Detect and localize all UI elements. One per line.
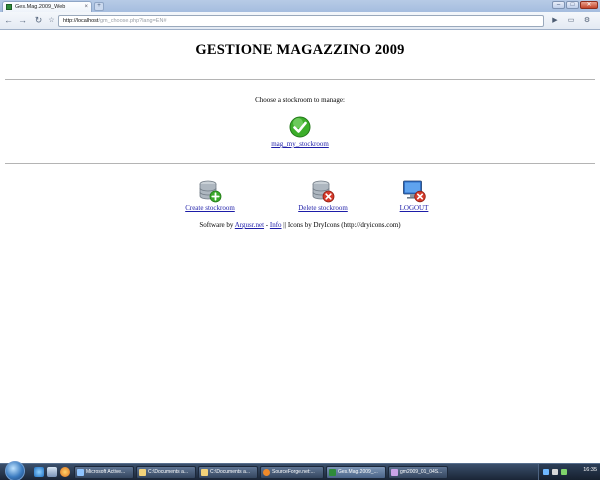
tools-menu-icon[interactable]: ⚙ [581, 15, 593, 26]
taskbar-item-label: C:\Documents a... [148, 469, 189, 475]
logout-label[interactable]: LOGOUT [396, 204, 432, 212]
chrome-icon [329, 469, 336, 476]
url-path: /gm_choose.php?lang=EN# [98, 18, 167, 24]
logout-button[interactable]: LOGOUT [396, 179, 432, 212]
check-icon[interactable] [289, 116, 311, 138]
firefox-icon [263, 469, 270, 476]
bookmark-star-icon[interactable]: ☆ [46, 15, 57, 26]
taskbar-item-active[interactable]: Ges.Mag.2009_... [326, 466, 386, 479]
volume-icon[interactable] [552, 469, 558, 475]
close-window-button[interactable]: ✕ [580, 1, 598, 9]
new-tab-button[interactable]: + [94, 2, 104, 11]
tray-app-icon[interactable] [561, 469, 567, 475]
minimize-button[interactable]: – [552, 1, 565, 9]
delete-stockroom-button[interactable]: Delete stockroom [294, 179, 352, 212]
tab-close-icon[interactable]: × [84, 2, 88, 12]
taskbar-item[interactable]: C:\Documents a... [198, 466, 258, 479]
browser-tabstrip: Ges.Mag.2009_Web × + – □ ✕ [0, 0, 600, 12]
tab-title: Ges.Mag.2009_Web [15, 4, 66, 10]
taskbar-item[interactable]: C:\Documents a... [136, 466, 196, 479]
address-bar[interactable]: http://localhost/gm_choose.php?lang=EN# [58, 15, 544, 27]
footer: Software by Argusr.net - Info || Icons b… [0, 221, 600, 229]
url-host: http://localhost [63, 18, 99, 24]
taskbar-item-label: C:\Documents a... [210, 469, 251, 475]
system-tray: 16:35 [538, 464, 600, 480]
delete-stockroom-label[interactable]: Delete stockroom [294, 204, 352, 212]
browser-tab[interactable]: Ges.Mag.2009_Web × [2, 1, 92, 12]
database-add-icon [199, 180, 222, 203]
choose-prompt: Choose a stockroom to manage: [255, 96, 345, 104]
taskbar-item[interactable]: SourceForge.net:... [260, 466, 324, 479]
page-menu-icon[interactable]: ▭ [565, 15, 577, 26]
folder-icon [201, 469, 208, 476]
footer-software-by: Software by [199, 221, 234, 229]
taskbar-item-label: Microsoft Active... [86, 469, 126, 475]
forward-button[interactable]: → [17, 15, 28, 26]
app-icon [391, 469, 398, 476]
taskbar-item[interactable]: Microsoft Active... [74, 466, 134, 479]
taskbar-item[interactable]: gm2009_01_04S... [388, 466, 448, 479]
back-button[interactable]: ← [3, 15, 14, 26]
go-button[interactable]: ▶ [550, 15, 560, 26]
reload-button[interactable]: ↻ [33, 15, 44, 26]
network-icon[interactable] [543, 469, 549, 475]
favicon-icon [6, 4, 12, 10]
monitor-logout-icon [403, 180, 426, 203]
taskbar-item-label: Ges.Mag.2009_... [338, 469, 378, 475]
create-stockroom-button[interactable]: Create stockroom [182, 179, 238, 212]
divider-middle [5, 163, 595, 164]
clock[interactable]: 16:35 [583, 467, 597, 473]
footer-icons-credit: || Icons by DryIcons (http://dryicons.co… [283, 221, 401, 229]
start-button[interactable] [5, 461, 25, 480]
folder-icon [139, 469, 146, 476]
info-link[interactable]: Info [270, 221, 282, 229]
taskbar-item-label: SourceForge.net:... [272, 469, 315, 475]
page-title: GESTIONE MAGAZZINO 2009 [195, 42, 405, 58]
page-content: GESTIONE MAGAZZINO 2009 Choose a stockro… [0, 31, 600, 463]
database-delete-icon [312, 180, 335, 203]
taskbar-item-label: gm2009_01_04S... [400, 469, 443, 475]
app-icon [77, 469, 84, 476]
footer-dash: - [265, 221, 269, 229]
firefox-quicklaunch-icon[interactable] [60, 467, 70, 477]
window-controls: – □ ✕ [552, 1, 598, 10]
taskbar: Microsoft Active... C:\Documents a... C:… [0, 461, 600, 480]
maximize-button[interactable]: □ [566, 1, 579, 9]
argusr-link[interactable]: Argusr.net [235, 221, 264, 229]
ie-quicklaunch-icon[interactable] [34, 467, 44, 477]
stockroom-link[interactable]: mag_my_stockroom [0, 140, 600, 148]
create-stockroom-label[interactable]: Create stockroom [182, 204, 238, 212]
divider-top [5, 79, 595, 80]
browser-toolbar: ← → ↻ ☆ http://localhost/gm_choose.php?l… [0, 12, 600, 30]
show-desktop-icon[interactable] [47, 467, 57, 477]
screen: Ges.Mag.2009_Web × + – □ ✕ ← → ↻ ☆ http:… [0, 0, 600, 480]
